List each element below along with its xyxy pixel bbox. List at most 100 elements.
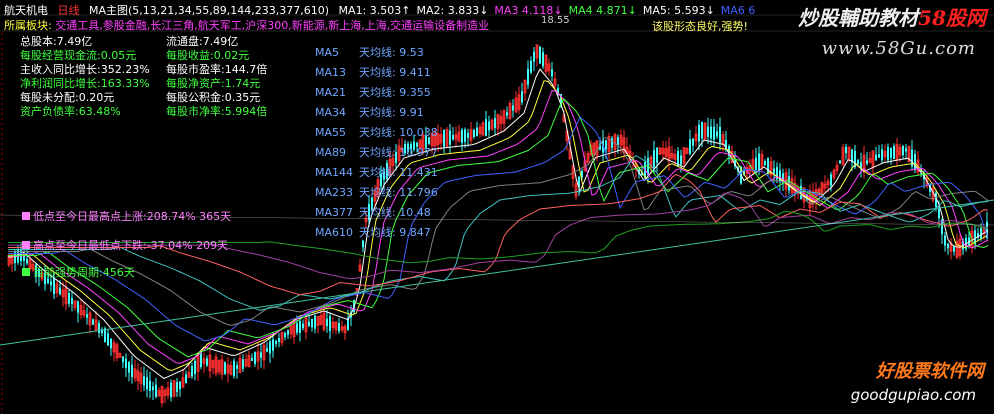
candle-body (521, 91, 523, 103)
ma-name: MA233 (315, 186, 354, 199)
ma-value: 天均线: 9.411 (359, 66, 431, 79)
candle-body (236, 365, 238, 369)
candle-body (902, 146, 904, 156)
watermark-top-brand: 58股网 (918, 6, 986, 30)
ma-value: 天均线: 11.796 (359, 186, 438, 199)
ma-value: 天均线: 10.977 (359, 146, 438, 159)
candle-body (512, 105, 514, 111)
candle-body (857, 160, 859, 164)
ma-curve-9 (8, 192, 989, 280)
ma-reading-4: MA4 4.871↓ (568, 4, 637, 17)
candle-body (26, 258, 28, 264)
candle-body (488, 121, 490, 131)
candle-body (617, 137, 619, 145)
candle-body (905, 148, 907, 152)
fundamental-left-4: 净利润同比增长:163.33% (20, 77, 150, 90)
candle-body (605, 140, 607, 150)
period-label[interactable]: 日线 (58, 4, 80, 17)
candle-body (494, 117, 496, 129)
candle-body (233, 360, 235, 377)
candle-body (467, 133, 469, 138)
candle-body (266, 348, 268, 352)
fundamental-left-6: 资产负债率:63.48% (20, 105, 121, 118)
candle-body (92, 319, 94, 325)
ma-row-ma55: MA55 天均线: 10.038 (315, 123, 438, 143)
candle-body (146, 377, 148, 390)
ma-value: 天均线: 9.91 (359, 106, 424, 119)
candle-body (893, 145, 895, 159)
candle-body (689, 139, 691, 154)
stat-square (22, 212, 30, 220)
candle-body (551, 69, 553, 77)
fundamentals-left: 总股本:7.49亿 每股经营现金流:0.05元 主收入同比增长:352.23% 净利润… (20, 33, 150, 118)
candle-body (707, 126, 709, 137)
candle-body (611, 138, 613, 148)
price-marker: 18.55 (541, 15, 570, 26)
stat-line-3: 目前强势周期:456天 (22, 264, 135, 280)
candle-body (275, 340, 277, 345)
candle-body (533, 51, 535, 62)
candle-body (284, 332, 286, 338)
candle-body (680, 155, 682, 165)
candle-body (59, 287, 61, 295)
candle-body (881, 149, 883, 161)
ma-curve-8 (8, 173, 989, 296)
candle-body (155, 384, 157, 397)
ma-row-ma89: MA89 天均线: 10.977 (315, 143, 438, 163)
candle-body (191, 365, 193, 377)
sector-label: 所属板块: (4, 19, 52, 32)
sector-line: 所属板块: 交通工具,参股金融,长江三角,航天军工,沪深300,新能源,新上海,… (4, 17, 489, 33)
candle-body (698, 124, 700, 142)
ma-value: 天均线: 11.431 (359, 166, 438, 179)
fundamental-right-6: 每股市净率:5.994倍 (166, 105, 268, 118)
candle-body (542, 52, 544, 67)
candle-body (464, 129, 466, 142)
candle-body (914, 153, 916, 171)
ma-row-ma34: MA34 天均线: 9.91 (315, 103, 438, 123)
candle-body (326, 318, 328, 327)
candle-body (311, 318, 313, 328)
stat-square (22, 268, 30, 276)
ma-days-list: MA5 天均线: 9.53 MA13 天均线: 9.411 MA21 天均线: 9.355… (315, 43, 438, 243)
ma-row-ma144: MA144 天均线: 11.431 (315, 163, 438, 183)
candle-body (269, 341, 271, 354)
candle-body (875, 154, 877, 161)
candle-body (947, 243, 949, 249)
ma-curve-7 (8, 154, 989, 311)
indicator-label[interactable]: MA主图(5,13,21,34,55,89,144,233,377,610) (89, 4, 329, 17)
candle-body (314, 315, 316, 329)
candle-body (299, 321, 301, 333)
ma-curve-6 (8, 137, 989, 326)
candle-body (713, 126, 715, 140)
candle-body (839, 160, 841, 164)
ma-name: MA21 (315, 86, 347, 99)
ma-value: 天均线: 9.847 (359, 226, 431, 239)
candle-body (878, 154, 880, 158)
candle-body (764, 161, 766, 166)
candle-body (527, 68, 529, 85)
ma-row-ma610: MA610 天均线: 9.847 (315, 223, 438, 243)
ma-name: MA610 (315, 226, 354, 239)
watermark-top: 炒股輔助教材58股网 (798, 2, 986, 31)
ma-reading-5: MA5: 5.593↓ (642, 4, 715, 17)
watermark-top-cn: 炒股輔助教材 (798, 6, 919, 30)
candle-body (953, 246, 955, 252)
candle-body (206, 358, 208, 366)
ma-name: MA13 (315, 66, 347, 79)
candle-body (149, 380, 151, 391)
ma-name: MA144 (315, 166, 354, 179)
ma-name: MA34 (315, 106, 347, 119)
stock-name[interactable]: 航天机电 (4, 4, 48, 17)
candle-body (845, 146, 847, 154)
candle-body (128, 362, 130, 373)
candle-body (980, 228, 982, 239)
ma-value: 天均线: 10.038 (359, 126, 438, 139)
ma-name: MA55 (315, 126, 347, 139)
stat-line-1: 低点至今日最高点上涨:208.74% 365天 (22, 208, 231, 224)
candle-body (719, 126, 721, 143)
ma-row-ma21: MA21 天均线: 9.355 (315, 83, 438, 103)
candle-body (152, 386, 154, 391)
ma-name: MA89 (315, 146, 347, 159)
ma-value: 天均线: 9.355 (359, 86, 431, 99)
fundamental-right-1: 流通盘:7.49亿 (166, 35, 239, 48)
